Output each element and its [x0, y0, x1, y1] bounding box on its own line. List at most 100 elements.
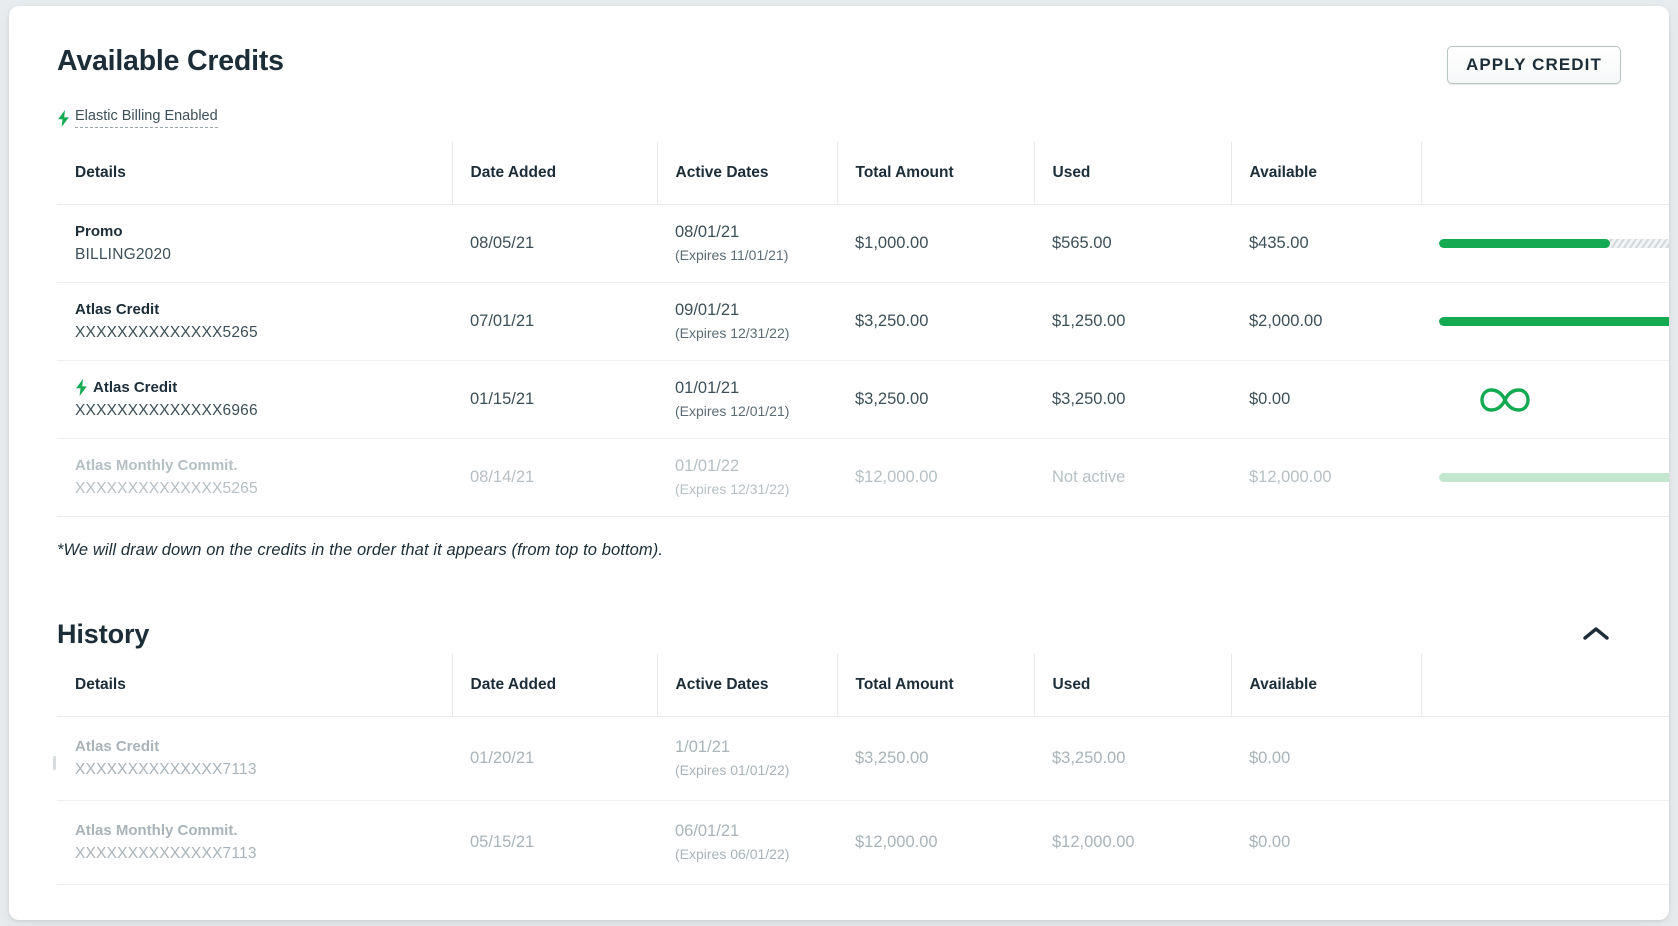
table-header-row: Details Date Added Active Dates Total Am… [57, 654, 1669, 717]
cell-usage-bar [1421, 204, 1669, 283]
cell-date-added: 08/05/21 [452, 204, 657, 283]
column-header-available: Available [1231, 654, 1422, 717]
used-value: Not active [1052, 467, 1126, 486]
lightning-bolt-icon [76, 379, 87, 397]
expires-value: (Expires 12/01/21) [675, 402, 790, 419]
credit-name: Atlas Credit [75, 299, 452, 321]
credits-footnote: *We will draw down on the credits in the… [57, 541, 664, 559]
date-added-value: 05/15/21 [470, 832, 535, 851]
expires-value: (Expires 06/01/22) [675, 845, 790, 862]
history-table: Details Date Added Active Dates Total Am… [57, 654, 1669, 885]
cell-total-amount: $3,250.00 [837, 282, 1034, 361]
history-title: History [57, 618, 150, 649]
used-value: $12,000.00 [1052, 832, 1135, 851]
cell-available: $435.00 [1231, 204, 1421, 283]
cell-used: $12,000.00 [1034, 800, 1231, 885]
usage-progress-bar [1439, 473, 1669, 482]
column-header-usage-bar [1421, 142, 1669, 205]
available-value: $12,000.00 [1249, 467, 1332, 486]
table-row[interactable]: Atlas Credit XXXXXXXXXXXXXX5265 07/01/21… [57, 282, 1669, 361]
available-value: $435.00 [1249, 233, 1309, 252]
column-header-active-dates: Active Dates [657, 654, 838, 717]
column-header-used: Used [1034, 142, 1232, 205]
credit-name-text: Promo [75, 223, 123, 240]
available-value: $0.00 [1249, 832, 1291, 851]
available-value: $0.00 [1249, 389, 1291, 408]
billing-credits-card: Available Credits APPLY CREDIT Elastic B… [9, 6, 1669, 920]
expires-value: (Expires 11/01/21) [675, 246, 789, 263]
table-row[interactable]: Atlas Monthly Commit. XXXXXXXXXXXXXX5265… [57, 438, 1669, 517]
table-row[interactable]: Atlas Monthly Commit. XXXXXXXXXXXXXX7113… [57, 800, 1669, 885]
available-value: $0.00 [1249, 748, 1291, 767]
apply-credit-button[interactable]: APPLY CREDIT [1446, 46, 1621, 84]
usage-progress-bar [1439, 239, 1669, 248]
column-header-details: Details [57, 654, 453, 717]
table-row[interactable]: Atlas Credit XXXXXXXXXXXXXX7113 01/20/21… [57, 716, 1669, 801]
available-credits-table-head: Details Date Added Active Dates Total Am… [57, 142, 1669, 205]
column-header-used: Used [1034, 654, 1232, 717]
usage-progress-fill [1439, 239, 1610, 248]
history-table-body: Atlas Credit XXXXXXXXXXXXXX7113 01/20/21… [57, 716, 1669, 885]
used-value: $3,250.00 [1052, 748, 1126, 767]
credit-identifier: XXXXXXXXXXXXXX5265 [75, 479, 258, 497]
cell-details: Atlas Credit XXXXXXXXXXXXXX7113 [57, 716, 452, 801]
elastic-billing-badge[interactable]: Elastic Billing Enabled [57, 108, 1621, 128]
cell-spacer [1421, 716, 1669, 801]
cell-active-dates: 09/01/21 (Expires 12/31/22) [657, 282, 837, 361]
date-added-value: 01/15/21 [470, 389, 535, 408]
active-date-value: 01/01/22 [675, 457, 740, 476]
history-collapse-button[interactable] [1579, 622, 1613, 646]
credit-name: Promo [75, 221, 452, 243]
column-header-date-added: Date Added [452, 654, 658, 717]
cell-date-added: 08/14/21 [452, 438, 657, 517]
chevron-up-icon [1583, 627, 1609, 640]
total-amount-value: $1,000.00 [855, 233, 929, 252]
history-table-head: Details Date Added Active Dates Total Am… [57, 654, 1669, 717]
table-row[interactable]: Promo BILLING2020 08/05/21 08/01/21 (Exp… [57, 204, 1669, 283]
credit-name: Atlas Credit [75, 377, 452, 399]
cell-details: Atlas Monthly Commit. XXXXXXXXXXXXXX5265 [57, 438, 452, 517]
column-header-date-added: Date Added [452, 142, 658, 205]
infinity-icon [1480, 387, 1530, 412]
credit-identifier: XXXXXXXXXXXXXX7113 [75, 760, 257, 778]
cell-usage-bar [1421, 438, 1669, 517]
cell-available: $0.00 [1231, 360, 1421, 439]
column-header-details: Details [57, 142, 453, 205]
unlimited-indicator [1439, 386, 1669, 414]
cell-active-dates: 01/01/22 (Expires 12/31/22) [657, 438, 837, 517]
cell-total-amount: $3,250.00 [837, 716, 1034, 801]
column-header-total-amount: Total Amount [837, 142, 1035, 205]
active-date-value: 1/01/21 [675, 738, 731, 757]
column-header-total-amount: Total Amount [837, 654, 1035, 717]
credit-identifier: XXXXXXXXXXXXXX5265 [75, 323, 258, 341]
credit-identifier: XXXXXXXXXXXXXX6966 [75, 401, 258, 419]
cell-date-added: 07/01/21 [452, 282, 657, 361]
expires-value: (Expires 12/31/22) [675, 480, 790, 497]
history-header: History [57, 614, 1621, 654]
screen: Available Credits APPLY CREDIT Elastic B… [0, 0, 1678, 926]
cell-active-dates: 08/01/21 (Expires 11/01/21) [657, 204, 837, 283]
cell-date-added: 05/15/21 [452, 800, 657, 885]
column-header-active-dates: Active Dates [657, 142, 838, 205]
date-added-value: 07/01/21 [470, 311, 535, 330]
used-value: $3,250.00 [1052, 389, 1126, 408]
scroll-indicator[interactable] [53, 756, 56, 770]
cell-date-added: 01/15/21 [452, 360, 657, 439]
column-header-available: Available [1231, 142, 1422, 205]
card-inner: Available Credits APPLY CREDIT Elastic B… [9, 6, 1669, 885]
cell-used: $3,250.00 [1034, 360, 1231, 439]
expires-value: (Expires 12/31/22) [675, 324, 790, 341]
cell-details: Atlas Credit XXXXXXXXXXXXXX6966 [57, 360, 452, 439]
active-date-value: 09/01/21 [675, 301, 740, 320]
available-credits-header: Available Credits APPLY CREDIT [57, 45, 1621, 98]
cell-available: $2,000.00 [1231, 282, 1421, 361]
cell-available: $12,000.00 [1231, 438, 1421, 517]
credit-name: Atlas Monthly Commit. [75, 820, 452, 842]
credit-identifier: XXXXXXXXXXXXXX7113 [75, 844, 257, 862]
cell-used: $3,250.00 [1034, 716, 1231, 801]
cell-total-amount: $12,000.00 [837, 438, 1034, 517]
elastic-billing-label[interactable]: Elastic Billing Enabled [75, 108, 218, 128]
used-value: $1,250.00 [1052, 311, 1126, 330]
table-row[interactable]: Atlas Credit XXXXXXXXXXXXXX6966 01/15/21… [57, 360, 1669, 439]
cell-details: Atlas Monthly Commit. XXXXXXXXXXXXXX7113 [57, 800, 452, 885]
